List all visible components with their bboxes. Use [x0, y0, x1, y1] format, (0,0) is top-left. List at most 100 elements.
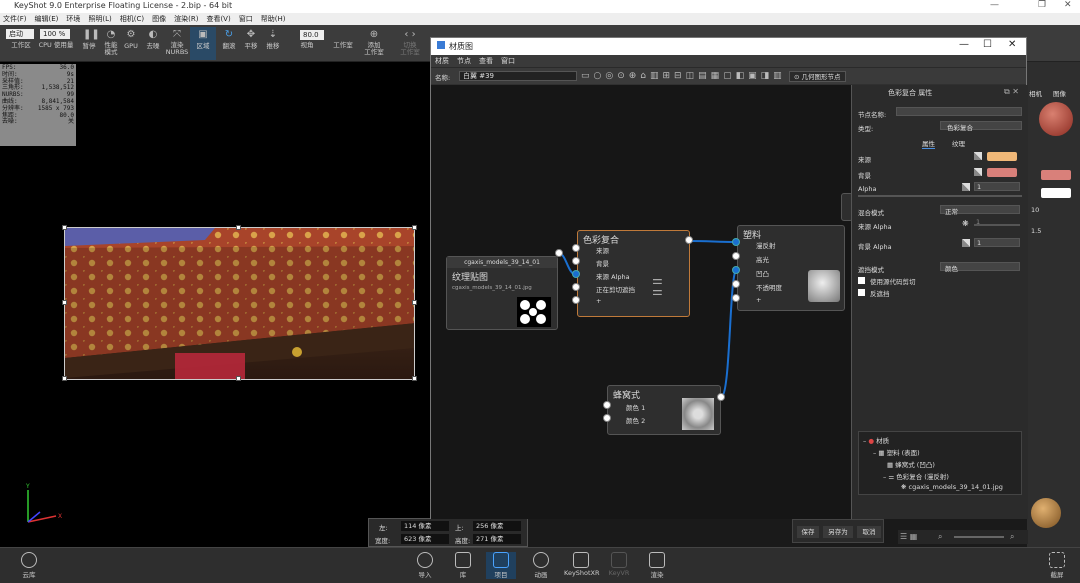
background-alpha-input[interactable]: 1	[974, 238, 1020, 247]
render-button[interactable]: 渲染	[642, 552, 672, 579]
region-width-input[interactable]: 623 像素	[401, 534, 449, 544]
zoom-in-icon[interactable]: ⌕	[1010, 532, 1014, 542]
region-top-input[interactable]: 256 像素	[473, 521, 521, 531]
tree-item[interactable]: – ● 材质	[863, 435, 889, 445]
region-height-input[interactable]: 271 像素	[473, 534, 521, 544]
menu-node[interactable]: 节点	[453, 55, 475, 67]
output-port[interactable]	[685, 236, 693, 244]
graph-tool-icons[interactable]: ▭○◎⊙⊕⌂▥⊞⊟◫▤▦▢◧▣◨▥	[581, 71, 786, 81]
resize-handle[interactable]	[412, 376, 417, 381]
screenshot-button[interactable]: 截屏	[1042, 552, 1072, 579]
tab-texture[interactable]: 纹理	[952, 138, 965, 148]
texture-map-node[interactable]: cgaxis_models_39_14_01 纹理贴图 cgaxis_model…	[446, 256, 558, 330]
texture-icon[interactable]: ❋	[962, 219, 969, 228]
tree-item[interactable]: – ▦ 塑料 (表面)	[873, 447, 920, 457]
menu-render[interactable]: 渲染(R)	[171, 13, 203, 24]
resize-handle[interactable]	[236, 225, 241, 230]
resize-handle[interactable]	[62, 376, 67, 381]
input-port[interactable]	[732, 238, 740, 246]
menu-environment[interactable]: 环境	[63, 13, 85, 24]
color-swatch[interactable]	[1041, 170, 1071, 180]
save-as-button[interactable]: 另存为	[823, 526, 853, 538]
checker-icon[interactable]	[962, 183, 970, 191]
mask-mode-select[interactable]: 颜色	[940, 262, 1020, 273]
resize-handle[interactable]	[412, 225, 417, 230]
keyvr-button[interactable]: KeyVR	[604, 552, 634, 577]
checker-icon[interactable]	[974, 168, 982, 176]
menu-camera[interactable]: 相机(C)	[117, 13, 149, 24]
maximize-icon[interactable]: ☐	[983, 39, 992, 50]
input-port[interactable]	[732, 294, 740, 302]
tab-image[interactable]: 图像	[1053, 88, 1066, 98]
menu-window[interactable]: 窗口	[497, 55, 519, 67]
cpu-zoom-select[interactable]: 100 %	[40, 29, 70, 39]
close-icon[interactable]: ✕	[1008, 39, 1016, 50]
menu-file[interactable]: 文件(F)	[0, 13, 32, 24]
alpha-input[interactable]: 1	[974, 182, 1020, 191]
use-source-clip-checkbox[interactable]	[858, 277, 865, 284]
menu-view[interactable]: 查看	[475, 55, 497, 67]
thumbnail-size-slider[interactable]	[954, 536, 1004, 538]
blend-mode-select[interactable]: 正常	[940, 205, 1020, 216]
cellular-node[interactable]: 蜂窝式 颜色 1 颜色 2	[607, 385, 721, 435]
tree-item[interactable]: ❋ cgaxis_models_39_14_01.jpg	[901, 483, 1003, 491]
input-port[interactable]	[732, 280, 740, 288]
node-name-input[interactable]	[896, 107, 1022, 116]
tree-item[interactable]: – ⚌ 色彩复合 (漫反射)	[883, 471, 949, 481]
checker-icon[interactable]	[974, 152, 982, 160]
minimize-icon[interactable]: —	[990, 0, 999, 10]
minimize-icon[interactable]: —	[959, 39, 969, 50]
resize-handle[interactable]	[62, 225, 67, 230]
grid-view-icon[interactable]: ☰ ▦	[900, 532, 917, 541]
input-port[interactable]	[572, 283, 580, 291]
cloud-library-button[interactable]: 云库	[14, 552, 44, 579]
background-color-swatch[interactable]	[987, 168, 1017, 177]
keyshotxr-button[interactable]: KeyShotXR	[564, 552, 600, 577]
render-nurbs-button[interactable]: ⤧ 渲染 NURBS	[164, 27, 190, 60]
menu-window[interactable]: 窗口	[236, 13, 258, 24]
input-port[interactable]	[732, 266, 740, 274]
node-graph-canvas[interactable]: cgaxis_models_39_14_01 纹理贴图 cgaxis_model…	[431, 85, 853, 519]
input-port[interactable]	[603, 414, 611, 422]
input-port[interactable]	[572, 257, 580, 265]
color-swatch[interactable]	[1041, 188, 1071, 198]
close-icon[interactable]: ✕	[1064, 0, 1072, 10]
tree-item[interactable]: ▦ 蜂窝式 (凹凸)	[887, 459, 935, 469]
import-button[interactable]: 导入	[410, 552, 440, 579]
render-region-image[interactable]	[64, 227, 415, 380]
fov-input[interactable]: 80.0	[300, 30, 324, 40]
save-button[interactable]: 保存	[797, 526, 819, 538]
denoise-button[interactable]: ◐ 去噪	[140, 27, 166, 60]
plastic-node[interactable]: 塑料 漫反射 高光 凹凸 不透明度 +	[737, 225, 845, 311]
workspace-select[interactable]: 启动	[6, 29, 34, 39]
output-port[interactable]	[555, 249, 563, 257]
maximize-icon[interactable]: ❐	[1038, 0, 1046, 10]
color-composite-node[interactable]: 色彩复合 来源 背景 来源 Alpha 正在剪切遮挡 + ⚌ ⚌	[577, 230, 690, 317]
source-color-swatch[interactable]	[987, 152, 1017, 161]
menu-material[interactable]: 材质	[431, 55, 453, 67]
region-button[interactable]: ▣ 区域	[190, 27, 216, 60]
resize-handle[interactable]	[412, 300, 417, 305]
input-port[interactable]	[732, 252, 740, 260]
input-port[interactable]	[603, 401, 611, 409]
output-port[interactable]	[717, 393, 725, 401]
menu-lighting[interactable]: 照明(L)	[85, 13, 116, 24]
animation-button[interactable]: 动画	[526, 552, 556, 579]
checker-icon[interactable]	[962, 239, 970, 247]
menu-edit[interactable]: 编辑(E)	[32, 13, 64, 24]
menu-help[interactable]: 帮助(H)	[258, 13, 291, 24]
alpha-slider[interactable]	[858, 195, 1022, 197]
input-port[interactable]	[572, 244, 580, 252]
invert-mask-checkbox[interactable]	[858, 289, 865, 296]
menu-image[interactable]: 图像	[149, 13, 171, 24]
resize-handle[interactable]	[62, 300, 67, 305]
field-value[interactable]: 1.5	[1031, 227, 1041, 235]
input-port[interactable]	[572, 270, 580, 278]
switch-studio-button[interactable]: ‹ › 切换 工作室	[396, 27, 424, 60]
menu-view[interactable]: 查看(V)	[203, 13, 235, 24]
source-alpha-slider[interactable]	[974, 224, 1020, 226]
resize-handle[interactable]	[236, 376, 241, 381]
project-button[interactable]: 项目	[486, 552, 516, 579]
input-port[interactable]	[572, 296, 580, 304]
region-left-input[interactable]: 114 像素	[401, 521, 449, 531]
